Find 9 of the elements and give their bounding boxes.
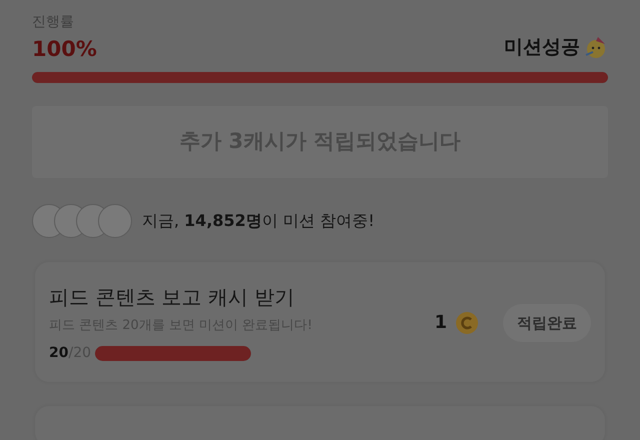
coin-icon	[455, 310, 479, 335]
participants-text: 지금, 14,852명이 미션 참여중!	[142, 210, 375, 232]
reward-amount: 1	[434, 311, 447, 336]
complete-button[interactable]: 적립완료	[503, 304, 591, 342]
party-face-icon	[584, 35, 608, 60]
mission-status: 미션성공	[504, 35, 580, 60]
avatar-placeholder	[98, 204, 132, 238]
mission-title: 피드 콘텐츠 보고 캐시 받기	[49, 284, 296, 310]
progress-percent: 100%	[32, 38, 97, 62]
